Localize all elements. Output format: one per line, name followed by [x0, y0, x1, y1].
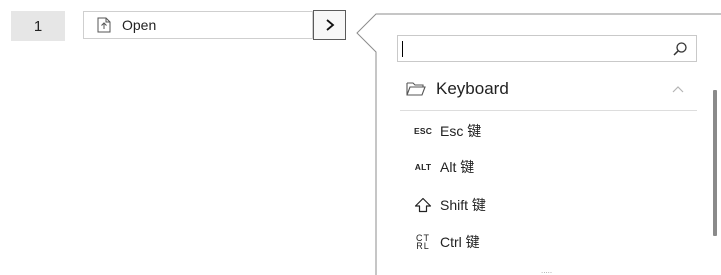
shift-key-icon	[410, 197, 436, 213]
open-action-label: Open	[122, 17, 157, 33]
esc-key-icon: ESC	[413, 126, 433, 136]
list-item-alt[interactable]: ALT Alt 键	[400, 153, 700, 181]
group-divider	[400, 110, 697, 111]
item-label: Esc 键	[440, 123, 482, 139]
workflow-editor: 1 Open Keyboard ESC Esc 键 ALT Alt 键 Shif…	[0, 0, 721, 275]
list-item-ctrl[interactable]: CTRL Ctrl 键	[400, 228, 700, 256]
ctrl-key-icon: CTRL	[410, 233, 436, 251]
folder-icon	[406, 81, 426, 97]
search-icon[interactable]	[672, 41, 688, 57]
expand-button[interactable]	[313, 10, 346, 40]
chevron-right-icon	[325, 19, 334, 31]
group-label: Keyboard	[436, 79, 509, 98]
step-number-label: 1	[33, 17, 43, 35]
item-label: Shift 键	[440, 197, 486, 213]
resize-grip[interactable]: .....	[541, 267, 552, 275]
search-input[interactable]	[401, 39, 661, 58]
search-field[interactable]	[397, 35, 697, 62]
list-item-shift[interactable]: Shift 键	[400, 191, 700, 219]
open-file-icon	[97, 17, 111, 33]
alt-key-icon: ALT	[414, 162, 432, 172]
item-label: Ctrl 键	[440, 234, 480, 250]
open-action-box[interactable]: Open	[83, 11, 313, 39]
list-item-esc[interactable]: ESC Esc 键	[400, 117, 700, 145]
scrollbar-thumb[interactable]	[713, 90, 717, 236]
keyboard-group-header[interactable]: Keyboard	[402, 74, 697, 104]
step-number: 1	[11, 11, 65, 41]
chevron-up-icon[interactable]	[672, 82, 684, 93]
item-label: Alt 键	[440, 159, 475, 175]
ctrl-key-icon-text: CTRL	[416, 233, 430, 251]
